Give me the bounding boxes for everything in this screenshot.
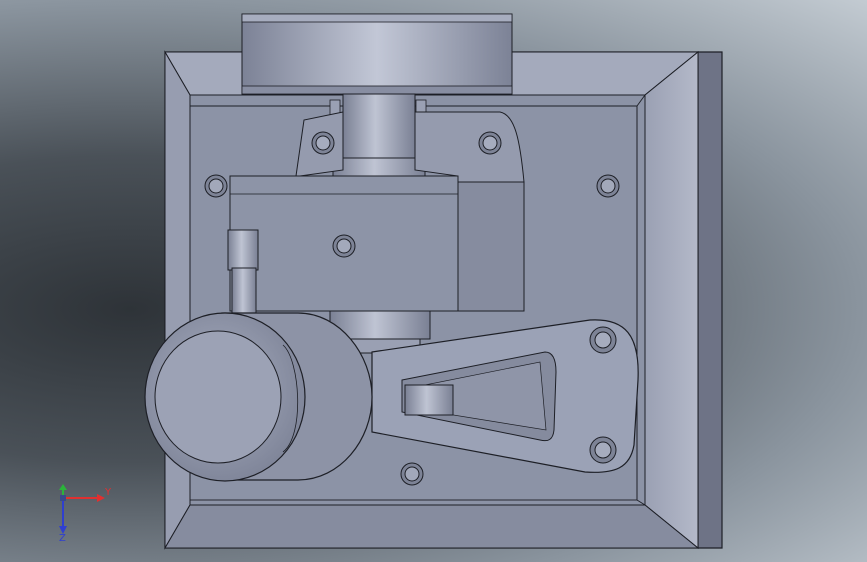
motor-cylinder[interactable] bbox=[144, 312, 373, 482]
top-cylinder[interactable] bbox=[241, 13, 513, 95]
x-axis-arrow-icon bbox=[59, 484, 67, 490]
z-axis-label: Z bbox=[59, 533, 66, 542]
triad-origin bbox=[60, 495, 66, 501]
hole-bottom-center[interactable] bbox=[400, 462, 424, 486]
y-axis-arrow-icon bbox=[97, 494, 105, 502]
top-shaft[interactable] bbox=[329, 93, 427, 177]
left-fitting[interactable] bbox=[227, 229, 259, 314]
cad-model-view[interactable] bbox=[0, 0, 867, 562]
corner-hole-top-right[interactable] bbox=[596, 174, 620, 198]
housing-block[interactable] bbox=[229, 175, 525, 312]
graphics-viewport[interactable]: Y Z bbox=[0, 0, 867, 562]
corner-hole-top-left[interactable] bbox=[204, 174, 228, 198]
y-axis-label: Y bbox=[104, 487, 112, 498]
orientation-triad: Y Z bbox=[59, 484, 112, 542]
